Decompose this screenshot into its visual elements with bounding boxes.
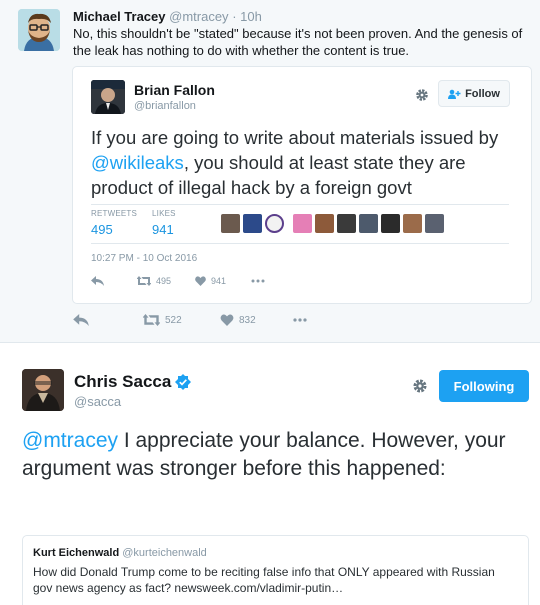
author-handle[interactable]: @mtracey xyxy=(169,9,228,24)
follow-button-label: Follow xyxy=(465,87,500,100)
likes-count[interactable]: 941 xyxy=(152,222,174,237)
likes-label: LIKES xyxy=(152,209,176,218)
retweet-count: 522 xyxy=(165,314,182,326)
quoted-author-handle: @kurteichenwald xyxy=(122,547,207,559)
top-tweet: Michael Tracey @mtracey · 10h No, this s… xyxy=(0,0,540,340)
author-handle[interactable]: @sacca xyxy=(74,394,121,409)
reply-icon xyxy=(73,314,89,326)
liker-avatar[interactable] xyxy=(221,214,240,233)
more-button[interactable] xyxy=(292,318,308,322)
verified-badge-icon xyxy=(175,374,192,390)
reply-button[interactable] xyxy=(73,314,143,326)
chris-sacca-avatar[interactable] xyxy=(22,369,64,411)
quoted-tweet-card[interactable]: Kurt Eichenwald @kurteichenwald How did … xyxy=(22,535,529,605)
author-name-row: Chris Sacca xyxy=(74,372,192,392)
quoted-tweet-text: How did Donald Trump come to be reciting… xyxy=(33,565,495,595)
embedded-text-start: If you are going to write about material… xyxy=(91,127,499,148)
liker-avatar[interactable] xyxy=(337,214,356,233)
liker-avatar[interactable] xyxy=(381,214,400,233)
quoted-author-name: Kurt Eichenwald xyxy=(33,547,120,559)
retweet-count: 495 xyxy=(156,276,172,286)
gear-icon[interactable] xyxy=(411,377,429,395)
more-icon xyxy=(251,279,265,283)
tweet-text: No, this shouldn't be "stated" because i… xyxy=(73,26,523,58)
tweet-action-bar: 522 832 xyxy=(73,314,308,326)
liker-avatar[interactable] xyxy=(293,214,312,233)
like-count: 941 xyxy=(211,276,227,286)
portrait-avatar-icon xyxy=(22,369,64,411)
embedded-tweet-text: If you are going to write about material… xyxy=(91,125,521,200)
liker-avatar[interactable] xyxy=(265,214,284,233)
retweet-icon xyxy=(137,276,151,286)
like-icon xyxy=(220,314,234,326)
follow-person-icon xyxy=(448,89,461,99)
wikileaks-mention[interactable]: @wikileaks xyxy=(91,152,184,173)
likers-avatars xyxy=(221,214,444,233)
author-name[interactable]: Michael Tracey xyxy=(73,9,166,24)
retweet-button[interactable]: 522 xyxy=(143,314,220,326)
tweet-header: Michael Tracey @mtracey · 10h xyxy=(73,9,262,24)
like-count: 832 xyxy=(239,314,256,326)
author-name[interactable]: Chris Sacca xyxy=(74,372,171,392)
embedded-timestamp[interactable]: 10:27 PM - 10 Oct 2016 xyxy=(91,253,197,264)
embedded-author-handle[interactable]: @brianfallon xyxy=(134,100,196,112)
reply-icon xyxy=(91,276,104,286)
retweet-icon xyxy=(143,314,160,326)
more-icon xyxy=(293,318,307,322)
embedded-author-name[interactable]: Brian Fallon xyxy=(134,82,215,98)
mtracey-mention[interactable]: @mtracey xyxy=(22,429,118,452)
tweet-text: @mtracey I appreciate your balance. Howe… xyxy=(22,427,522,483)
quoted-header: Kurt Eichenwald @kurteichenwald xyxy=(33,547,207,559)
divider xyxy=(91,243,509,244)
tweet-time[interactable]: 10h xyxy=(240,9,262,24)
brian-fallon-avatar[interactable] xyxy=(91,80,125,114)
cartoon-avatar-icon xyxy=(18,9,60,51)
retweets-label: RETWEETS xyxy=(91,209,138,218)
retweets-count[interactable]: 495 xyxy=(91,222,113,237)
divider xyxy=(91,204,509,205)
liker-avatar[interactable] xyxy=(359,214,378,233)
like-button[interactable]: 941 xyxy=(195,276,251,286)
liker-avatar[interactable] xyxy=(425,214,444,233)
header-separator: · xyxy=(232,9,237,24)
follow-button[interactable]: Follow xyxy=(438,80,510,107)
embedded-action-bar: 495 941 xyxy=(91,276,265,286)
portrait-avatar-icon xyxy=(91,80,125,114)
reply-button[interactable] xyxy=(91,276,137,286)
retweet-button[interactable]: 495 xyxy=(137,276,195,286)
embedded-tweet-card[interactable]: Brian Fallon @brianfallon Follow If you … xyxy=(72,66,532,304)
liker-avatar[interactable] xyxy=(315,214,334,233)
gear-icon[interactable] xyxy=(414,87,430,103)
following-button[interactable]: Following xyxy=(439,370,529,402)
liker-avatar[interactable] xyxy=(243,214,262,233)
bottom-tweet: Chris Sacca @sacca Following @mtracey I … xyxy=(0,342,540,605)
liker-avatar[interactable] xyxy=(403,214,422,233)
like-icon xyxy=(195,276,206,286)
like-button[interactable]: 832 xyxy=(220,314,292,326)
michael-tracey-avatar[interactable] xyxy=(18,9,60,51)
more-button[interactable] xyxy=(251,279,265,283)
